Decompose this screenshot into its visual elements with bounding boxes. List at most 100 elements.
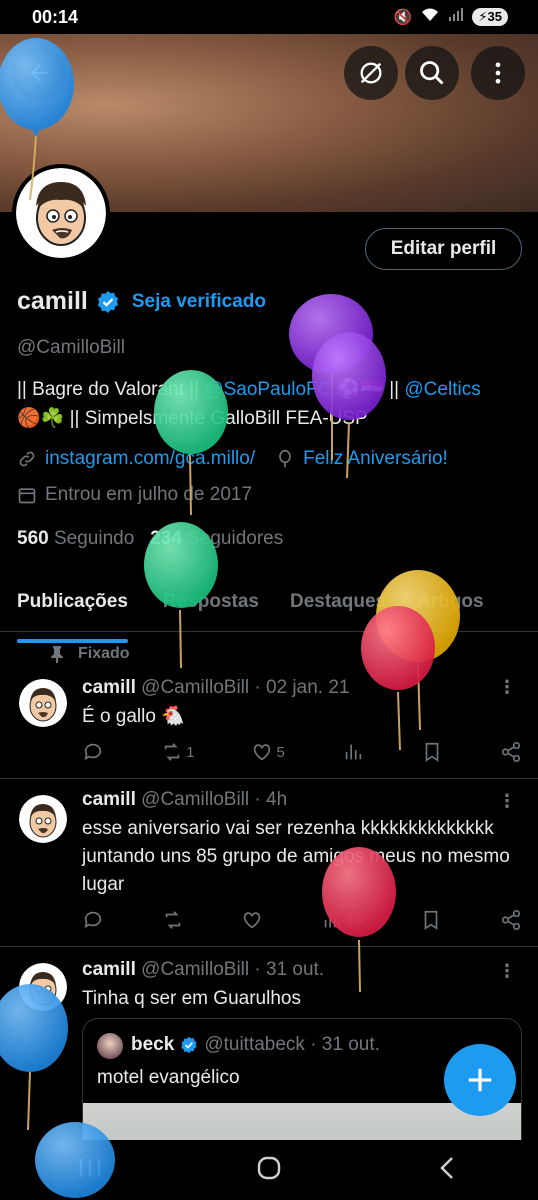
tweet-header: camill @CamilloBill · 02 jan. 21	[82, 677, 349, 699]
tweet-author-name[interactable]: camill	[82, 959, 136, 980]
cartoon-face-avatar-image	[16, 168, 106, 258]
battery-level: 35	[487, 9, 502, 24]
tweet-pinned[interactable]: Fixado camill @CamilloBill · 02 jan. 21 …	[0, 633, 538, 779]
bio-text: || Bagre do Valorant ||	[17, 379, 205, 400]
reply-button[interactable]	[82, 909, 104, 931]
back-nav-button[interactable]	[435, 1155, 461, 1186]
reply-icon	[84, 911, 102, 928]
bookmark-icon	[424, 910, 438, 930]
pin-icon	[51, 646, 63, 663]
tweet-more-button[interactable]: ⋮	[498, 791, 516, 812]
view-count: 16	[345, 911, 363, 929]
back-button[interactable]	[12, 46, 66, 100]
quote-meta: @tuittabeck · 31 out.	[204, 1034, 380, 1055]
calendar-icon	[18, 488, 36, 504]
repost-button[interactable]: 1	[161, 741, 194, 763]
verified-badge-icon	[97, 290, 118, 313]
views-icon	[324, 912, 341, 928]
quote-text: motel evangélico	[97, 1067, 240, 1088]
following-label: Seguindo	[53, 528, 135, 549]
avatar[interactable]	[19, 963, 67, 1011]
grok-button[interactable]	[344, 46, 398, 100]
quote-avatar[interactable]	[97, 1033, 123, 1059]
system-navigation-bar	[0, 1140, 538, 1200]
verified-badge-icon	[181, 1036, 197, 1054]
repost-icon	[164, 743, 180, 761]
more-vertical-icon	[495, 62, 501, 84]
birthday-text[interactable]: Feliz Aniversário!	[303, 448, 448, 470]
tab-highlights[interactable]: Destaques	[276, 586, 403, 631]
repost-button[interactable]	[162, 909, 184, 931]
chevron-left-icon	[440, 1156, 454, 1179]
pinned-indicator: Fixado	[50, 645, 130, 663]
get-verified-link[interactable]: Seja verificado	[132, 291, 266, 313]
quote-author-name[interactable]: beck	[131, 1034, 174, 1056]
reply-icon	[84, 743, 102, 760]
bio-text-flags: ⚽🇪🇬 ||	[331, 379, 405, 400]
tweet-text: esse aniversario vai ser rezenha kkkkkkk…	[82, 818, 510, 895]
like-button[interactable]	[241, 909, 263, 931]
followers-link[interactable]: 234 Seguidores	[150, 528, 283, 549]
home-button[interactable]	[256, 1155, 282, 1186]
tweet[interactable]: camill @CamilloBill · 4h ⋮ esse aniversa…	[0, 779, 538, 947]
share-button[interactable]	[500, 741, 522, 763]
tab-posts[interactable]: Publicações	[0, 586, 145, 643]
status-bar: 00:14 🔇 ⚡35	[0, 0, 538, 34]
tweet-author-name[interactable]: camill	[82, 789, 136, 810]
tab-articles[interactable]: Artigos	[403, 586, 501, 631]
profile-name-row: camill Seja verificado	[17, 287, 266, 316]
tweet-header: camill @CamilloBill · 4h	[82, 789, 287, 811]
tweet-meta: @CamilloBill · 02 jan. 21	[141, 677, 350, 698]
mute-icon: 🔇	[393, 9, 413, 26]
bookmark-button[interactable]	[421, 741, 443, 763]
repost-count: 1	[186, 743, 195, 761]
joined-text: Entrou em julho de 2017	[45, 484, 253, 505]
tab-replies[interactable]: Respostas	[145, 586, 276, 631]
more-options-button[interactable]	[471, 46, 525, 100]
tweet-meta: @CamilloBill · 31 out.	[141, 959, 325, 980]
pinned-label: Fixado	[78, 645, 130, 662]
profile-join-date: Entrou em julho de 2017	[17, 484, 252, 506]
compose-post-button[interactable]	[444, 1044, 516, 1116]
cartoon-face-avatar-image	[19, 963, 67, 1011]
balloon-icon	[279, 449, 291, 468]
share-icon	[501, 910, 521, 930]
bio-text-line2: 🏀☘️ || Simpelsmente GalloBill FEA-USP	[17, 408, 368, 429]
follow-stats: 560 Seguindo 234 Seguidores	[17, 528, 283, 550]
plus-icon	[468, 1068, 492, 1092]
following-link[interactable]: 560 Seguindo	[17, 528, 134, 549]
bookmark-button[interactable]	[420, 909, 442, 931]
bookmark-icon	[425, 742, 439, 762]
profile-meta-links: instagram.com/gca.millo/ Feliz Aniversár…	[17, 448, 448, 470]
tweet-more-button[interactable]: ⋮	[498, 677, 516, 698]
heart-icon	[254, 744, 271, 761]
search-button[interactable]	[405, 46, 459, 100]
cartoon-face-avatar-image	[19, 795, 67, 843]
bio-mention-celtics[interactable]: @Celtics	[404, 379, 480, 400]
quote-header: beck @tuittabeck · 31 out.	[131, 1034, 380, 1056]
cartoon-face-avatar-image	[19, 679, 67, 727]
views-button[interactable]: 16	[321, 909, 363, 931]
following-count: 560	[17, 528, 49, 549]
tweet-actions: 16	[82, 909, 522, 931]
avatar[interactable]	[19, 795, 67, 843]
like-button[interactable]: 5	[251, 741, 285, 763]
tweet-actions: 1 5	[82, 741, 522, 763]
search-icon	[420, 61, 444, 85]
home-circle-icon	[257, 1156, 281, 1179]
profile-website-link[interactable]: instagram.com/gca.millo/	[45, 448, 255, 470]
bio-mention-saopaulofc[interactable]: @SaoPauloFC	[204, 379, 331, 400]
views-button[interactable]	[342, 741, 364, 763]
views-icon	[345, 744, 362, 760]
grok-icon	[360, 62, 382, 84]
share-button[interactable]	[500, 909, 522, 931]
wifi-icon	[420, 7, 440, 27]
avatar[interactable]	[19, 679, 67, 727]
reply-button[interactable]	[82, 741, 104, 763]
profile-avatar[interactable]	[12, 164, 110, 262]
recent-apps-button[interactable]	[77, 1156, 103, 1185]
edit-profile-button[interactable]: Editar perfil	[365, 228, 522, 270]
tweet-author-name[interactable]: camill	[82, 677, 136, 698]
tweet-text: É o gallo 🐔	[82, 706, 185, 727]
tweet-more-button[interactable]: ⋮	[498, 961, 516, 982]
